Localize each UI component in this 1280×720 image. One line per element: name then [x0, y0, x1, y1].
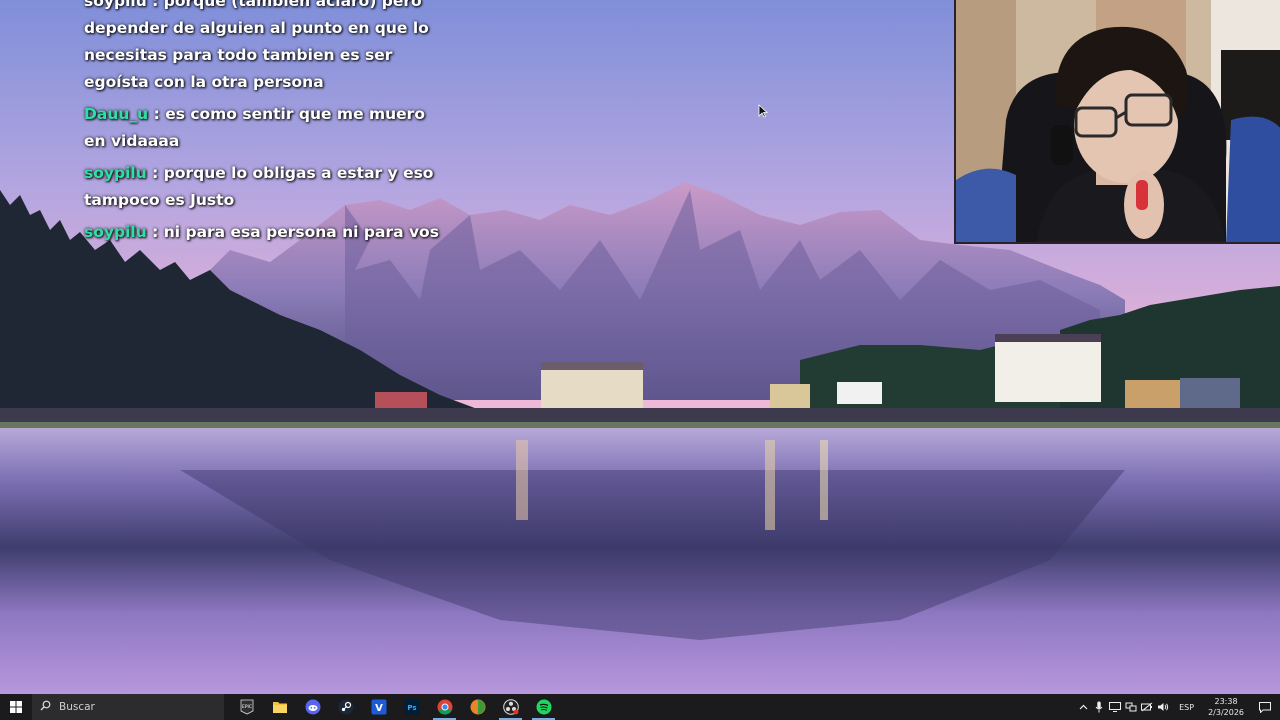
- file-explorer-icon[interactable]: [263, 694, 296, 720]
- chat-message: Dauu_u : es como sentir que me muero en …: [84, 101, 444, 155]
- svg-text:EPIC: EPIC: [241, 704, 251, 710]
- svg-text:V: V: [375, 703, 383, 714]
- chat-message: soypilu : porque lo obligas a estar y es…: [84, 160, 444, 214]
- taskbar-search-box[interactable]: Buscar: [32, 694, 224, 720]
- chevron-up-icon[interactable]: [1075, 694, 1091, 720]
- clock-time: 23:38: [1214, 697, 1238, 706]
- chrome-icon[interactable]: [428, 694, 461, 720]
- epic-games-icon[interactable]: EPIC: [230, 694, 263, 720]
- chat-message: soypilu : porque (tambien aclaro) pero d…: [84, 0, 444, 96]
- webcam-overlay: [954, 0, 1280, 244]
- chat-username: Dauu_u: [84, 105, 149, 123]
- microphone-icon[interactable]: [1091, 694, 1107, 720]
- chat-username: soypilu: [84, 223, 147, 241]
- webcam-feed: [956, 0, 1280, 242]
- clock-date: 2/3/2026: [1208, 708, 1244, 717]
- battery-saver-icon[interactable]: [1139, 694, 1155, 720]
- chat-separator: :: [148, 105, 166, 123]
- spotify-icon[interactable]: [527, 694, 560, 720]
- vegas-icon[interactable]: V: [362, 694, 395, 720]
- chat-overlay: soypilu : porque (tambien aclaro) pero d…: [84, 0, 444, 251]
- obs-icon[interactable]: [494, 694, 527, 720]
- windows-icon: [10, 701, 22, 713]
- chat-text: ni para esa persona ni para vos: [163, 223, 439, 241]
- chat-username: soypilu: [84, 164, 147, 182]
- system-tray: ESP 23:38 2/3/2026: [1075, 694, 1280, 720]
- notification-center-icon[interactable]: [1250, 694, 1280, 720]
- taskbar-apps: EPIC V Ps: [230, 694, 560, 720]
- svg-text:Ps: Ps: [407, 704, 416, 712]
- input-language-indicator[interactable]: ESP: [1171, 703, 1202, 712]
- chat-separator: :: [146, 164, 164, 182]
- photoshop-icon[interactable]: Ps: [395, 694, 428, 720]
- chat-message: soypilu : ni para esa persona ni para vo…: [84, 219, 444, 246]
- taskbar-clock[interactable]: 23:38 2/3/2026: [1202, 696, 1250, 718]
- chat-text: soypilu : porque (tambien aclaro) pero d…: [84, 0, 429, 91]
- start-button[interactable]: [0, 694, 32, 720]
- search-placeholder: Buscar: [59, 701, 95, 713]
- mouse-cursor-icon: [758, 103, 769, 122]
- volume-icon[interactable]: [1155, 694, 1171, 720]
- chat-separator: :: [146, 223, 164, 241]
- steam-icon[interactable]: [329, 694, 362, 720]
- network-icon[interactable]: [1123, 694, 1139, 720]
- discord-icon[interactable]: [296, 694, 329, 720]
- taskbar: Buscar EPIC V Ps ESP 23:38 2/3/2026: [0, 694, 1280, 720]
- search-icon: [40, 700, 51, 714]
- green-app-icon[interactable]: [461, 694, 494, 720]
- display-icon[interactable]: [1107, 694, 1123, 720]
